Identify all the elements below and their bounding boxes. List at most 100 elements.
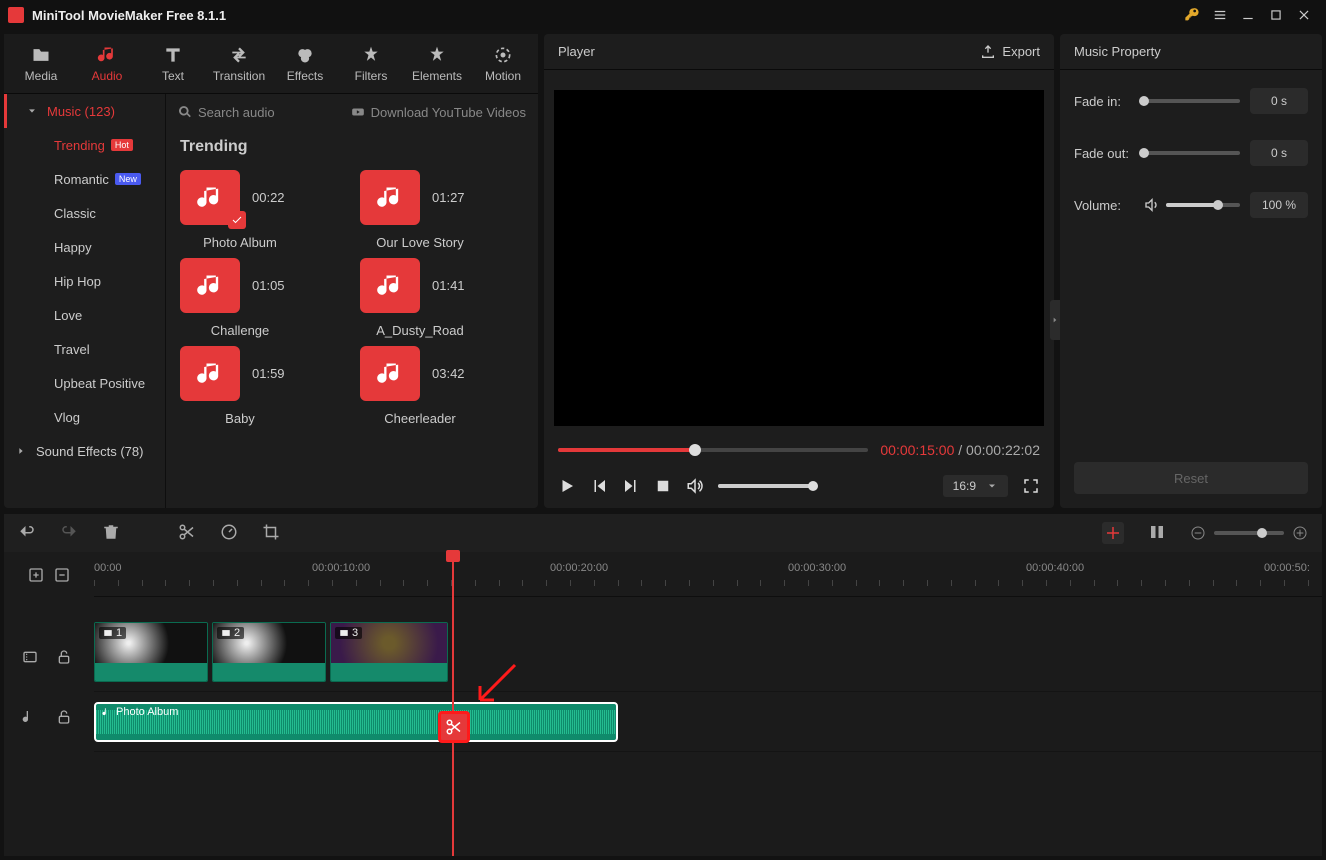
category-romantic[interactable]: RomanticNew: [4, 162, 165, 196]
tab-media[interactable]: Media: [8, 34, 74, 93]
timeline-toolbar: [4, 514, 1322, 552]
category-upbeat[interactable]: Upbeat Positive: [4, 366, 165, 400]
category-trending[interactable]: TrendingHot: [4, 128, 165, 162]
fade-out-slider[interactable]: [1144, 151, 1240, 155]
hamburger-menu-icon[interactable]: [1206, 1, 1234, 29]
tab-text[interactable]: Text: [140, 34, 206, 93]
app-logo-icon: [8, 7, 24, 23]
redo-button[interactable]: [60, 523, 78, 544]
tab-effects[interactable]: Effects: [272, 34, 338, 93]
category-travel[interactable]: Travel: [4, 332, 165, 366]
close-button[interactable]: [1290, 1, 1318, 29]
video-clip[interactable]: 1: [94, 622, 208, 682]
reset-button[interactable]: Reset: [1074, 462, 1308, 494]
audio-track[interactable]: Photo Album: [94, 702, 1322, 752]
video-track[interactable]: 1 2 3: [94, 622, 1322, 692]
category-vlog[interactable]: Vlog: [4, 400, 165, 434]
minimize-button[interactable]: [1234, 1, 1262, 29]
category-sfx-header[interactable]: Sound Effects (78): [4, 434, 165, 468]
fade-in-slider[interactable]: [1144, 99, 1240, 103]
timeline-ruler[interactable]: 00:00 00:00:10:00 00:00:20:00 00:00:30:0…: [94, 552, 1322, 597]
fade-in-value[interactable]: 0 s: [1250, 88, 1308, 114]
fullscreen-button[interactable]: [1022, 477, 1040, 495]
search-icon: [178, 105, 192, 119]
prop-volume-slider[interactable]: [1166, 203, 1240, 207]
video-preview[interactable]: [554, 90, 1044, 426]
tab-elements[interactable]: Elements: [404, 34, 470, 93]
speaker-icon: [1144, 197, 1160, 213]
music-note-icon: [180, 346, 240, 401]
lock-icon[interactable]: [56, 649, 72, 665]
tab-motion[interactable]: Motion: [470, 34, 536, 93]
download-youtube-link[interactable]: Download YouTube Videos: [351, 105, 526, 120]
maximize-button[interactable]: [1262, 1, 1290, 29]
audio-clip-item[interactable]: 00:22 Photo Album: [180, 170, 340, 250]
zoom-control: [1190, 525, 1308, 541]
tracks-area[interactable]: 00:00 00:00:10:00 00:00:20:00 00:00:30:0…: [94, 552, 1322, 856]
volume-label: Volume:: [1074, 198, 1134, 213]
category-classic[interactable]: Classic: [4, 196, 165, 230]
zoom-in-button[interactable]: [1292, 525, 1308, 541]
tab-audio[interactable]: Audio: [74, 34, 140, 93]
split-button[interactable]: [178, 523, 196, 544]
audio-clip-item[interactable]: 01:27 Our Love Story: [360, 170, 520, 250]
volume-icon[interactable]: [686, 477, 704, 495]
activate-key-icon[interactable]: [1178, 1, 1206, 29]
annotation-arrow-icon: [470, 660, 520, 717]
snap-button[interactable]: [1148, 523, 1166, 544]
remove-track-button[interactable]: [54, 567, 70, 583]
category-love[interactable]: Love: [4, 298, 165, 332]
audio-clip[interactable]: Photo Album: [94, 702, 618, 742]
video-track-icon: [22, 649, 38, 665]
crop-button[interactable]: [262, 523, 280, 544]
category-hip-hop[interactable]: Hip Hop: [4, 264, 165, 298]
delete-button[interactable]: [102, 523, 120, 544]
collapse-panel-button[interactable]: [1050, 300, 1060, 340]
tab-filters[interactable]: Filters: [338, 34, 404, 93]
category-happy[interactable]: Happy: [4, 230, 165, 264]
title-bar: MiniTool MovieMaker Free 8.1.1: [0, 0, 1326, 30]
fade-out-value[interactable]: 0 s: [1250, 140, 1308, 166]
add-track-button[interactable]: [28, 567, 44, 583]
tab-transition[interactable]: Transition: [206, 34, 272, 93]
fade-out-label: Fade out:: [1074, 146, 1134, 161]
zoom-out-button[interactable]: [1190, 525, 1206, 541]
category-music-header[interactable]: Music (123): [4, 94, 165, 128]
lock-icon[interactable]: [56, 709, 72, 725]
volume-slider[interactable]: [718, 484, 818, 488]
audio-clip-item[interactable]: 03:42 Cheerleader: [360, 346, 520, 426]
prev-frame-button[interactable]: [590, 477, 608, 495]
video-clip[interactable]: 2: [212, 622, 326, 682]
music-note-icon: [360, 170, 420, 225]
speed-button[interactable]: [220, 523, 238, 544]
hot-badge: Hot: [111, 139, 133, 151]
playhead[interactable]: [452, 552, 454, 856]
prop-volume-value[interactable]: 100 %: [1250, 192, 1308, 218]
auto-reframe-button[interactable]: [1102, 522, 1124, 544]
export-icon: [980, 44, 996, 60]
player-panel: Player Export 00:00:15:00 / 00:00:22:02: [544, 34, 1054, 508]
audio-clip-item[interactable]: 01:41 A_Dusty_Road: [360, 258, 520, 338]
next-frame-button[interactable]: [622, 477, 640, 495]
time-display: 00:00:15:00 / 00:00:22:02: [880, 442, 1040, 458]
aspect-ratio-select[interactable]: 16:9: [943, 475, 1008, 497]
video-clip[interactable]: 3: [330, 622, 448, 682]
new-badge: New: [115, 173, 141, 185]
music-note-icon: [360, 258, 420, 313]
zoom-slider[interactable]: [1214, 531, 1284, 535]
search-input[interactable]: Search audio: [178, 105, 343, 120]
main-tabs: Media Audio Text Transition Effects Filt…: [4, 34, 538, 94]
stop-button[interactable]: [654, 477, 672, 495]
export-button[interactable]: Export: [980, 44, 1040, 60]
split-at-playhead-button[interactable]: [438, 711, 470, 743]
audio-clip-item[interactable]: 01:59 Baby: [180, 346, 340, 426]
property-title: Music Property: [1074, 44, 1161, 59]
play-button[interactable]: [558, 477, 576, 495]
fade-in-label: Fade in:: [1074, 94, 1134, 109]
undo-button[interactable]: [18, 523, 36, 544]
section-title: Trending: [166, 130, 538, 160]
audio-clip-item[interactable]: 01:05 Challenge: [180, 258, 340, 338]
progress-slider[interactable]: [558, 448, 868, 452]
music-note-icon: [360, 346, 420, 401]
timeline-panel: 00:00 00:00:10:00 00:00:20:00 00:00:30:0…: [4, 514, 1322, 856]
